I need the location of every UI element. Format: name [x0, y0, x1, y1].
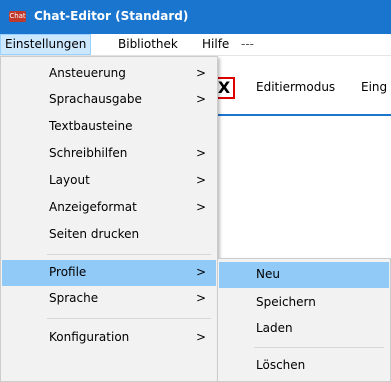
- menu-item-sprache[interactable]: Sprache >: [2, 286, 216, 312]
- menu-item-label: Seiten drucken: [49, 227, 140, 241]
- menu-item-label: Profile: [49, 265, 87, 279]
- chevron-right-icon: >: [195, 200, 206, 214]
- window-title: Chat-Editor (Standard): [34, 9, 189, 23]
- menu-separator: [47, 318, 211, 319]
- chevron-right-icon: >: [195, 291, 206, 305]
- menu-separator: [47, 254, 211, 255]
- toolbar-divider: [213, 114, 391, 116]
- menu-item-label: Anzeigeformat: [49, 200, 137, 214]
- submenu-item-laden[interactable]: Laden: [219, 316, 389, 342]
- einstellungen-dropdown: Ansteuerung > Sprachausgabe > Textbauste…: [0, 56, 218, 382]
- title-bar: Chat Chat-Editor (Standard): [0, 0, 391, 34]
- menu-item-ansteuerung[interactable]: Ansteuerung >: [2, 61, 216, 87]
- menu-item-seiten-drucken[interactable]: Seiten drucken: [2, 222, 216, 248]
- menu-hilfe[interactable]: Hilfe: [198, 34, 233, 55]
- menu-item-layout[interactable]: Layout >: [2, 168, 216, 194]
- menu-einstellungen[interactable]: Einstellungen: [0, 34, 92, 55]
- menu-item-schreibhilfen[interactable]: Schreibhilfen >: [2, 141, 216, 167]
- chevron-right-icon: >: [195, 330, 206, 344]
- chevron-right-icon: >: [195, 265, 206, 279]
- submenu-item-neu[interactable]: Neu: [219, 262, 389, 288]
- menu-item-label: Sprache: [49, 291, 99, 305]
- menu-item-label: Ansteuerung: [49, 66, 126, 80]
- submenu-item-loeschen[interactable]: Löschen: [219, 353, 389, 379]
- tab-eingabe[interactable]: Eing: [361, 80, 387, 94]
- menu-item-label: Konfiguration: [49, 330, 130, 344]
- chevron-right-icon: >: [195, 92, 206, 106]
- submenu-item-label: Speichern: [256, 295, 316, 309]
- menu-separator: [254, 347, 384, 348]
- chevron-right-icon: >: [195, 146, 206, 160]
- menu-item-konfiguration[interactable]: Konfiguration >: [2, 325, 216, 351]
- chevron-right-icon: >: [195, 66, 206, 80]
- menu-item-anzeigeformat[interactable]: Anzeigeformat >: [2, 195, 216, 221]
- menu-item-profile[interactable]: Profile >: [2, 260, 216, 286]
- menu-item-label: Textbausteine: [49, 119, 133, 133]
- menu-item-sprachausgabe[interactable]: Sprachausgabe >: [2, 87, 216, 113]
- chevron-right-icon: >: [195, 173, 206, 187]
- menu-bibliothek[interactable]: Bibliothek: [114, 34, 182, 55]
- submenu-item-label: Laden: [256, 321, 293, 335]
- app-icon: Chat: [9, 11, 26, 22]
- tab-editiermodus[interactable]: Editiermodus: [256, 80, 335, 94]
- menu-placeholder[interactable]: ---: [237, 34, 258, 55]
- menu-item-label: Sprachausgabe: [49, 92, 142, 106]
- profile-submenu: Neu Speichern Laden Löschen: [217, 258, 391, 382]
- submenu-item-label: Neu: [256, 267, 280, 281]
- menu-item-label: Schreibhilfen: [49, 146, 128, 160]
- menu-bar: Einstellungen Bibliothek Hilfe ---: [0, 34, 391, 56]
- submenu-item-label: Löschen: [256, 358, 306, 372]
- submenu-item-speichern[interactable]: Speichern: [219, 290, 389, 316]
- menu-item-textbausteine[interactable]: Textbausteine: [2, 114, 216, 140]
- menu-item-label: Layout: [49, 173, 90, 187]
